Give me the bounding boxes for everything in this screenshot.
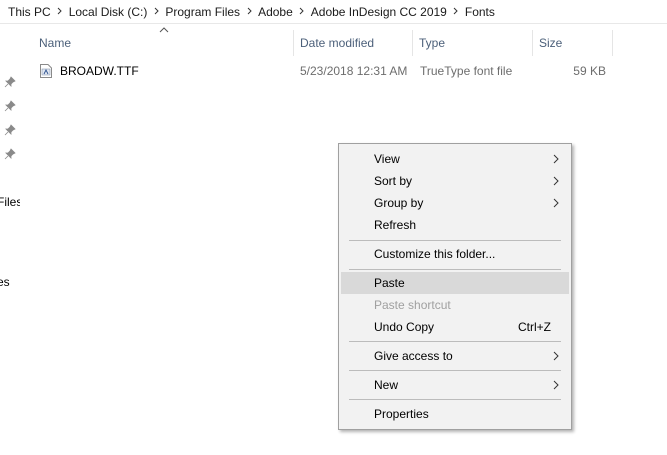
menu-separator (349, 399, 561, 400)
chevron-right-icon[interactable] (447, 6, 465, 17)
pin-icon[interactable] (4, 100, 16, 112)
column-header-size[interactable]: Size (533, 30, 613, 56)
chevron-right-icon (553, 176, 559, 186)
file-list-row[interactable]: BROADW.TTF 5/23/2018 12:31 AM TrueType f… (34, 60, 614, 82)
breadcrumb-fonts[interactable]: Fonts (465, 5, 495, 19)
menu-item-new[interactable]: New (341, 374, 569, 396)
file-size: 59 KB (573, 64, 606, 78)
menu-item-customize-folder[interactable]: Customize this folder... (341, 243, 569, 265)
file-date-modified: 5/23/2018 12:31 AM (300, 64, 408, 78)
menu-separator (349, 240, 561, 241)
menu-item-view[interactable]: View (341, 148, 569, 170)
menu-item-undo-copy[interactable]: Undo Copy Ctrl+Z (341, 316, 569, 338)
file-type: TrueType font file (420, 64, 513, 78)
menu-item-paste-shortcut: Paste shortcut (374, 298, 451, 312)
chevron-right-icon[interactable] (51, 6, 69, 17)
chevron-right-icon[interactable] (147, 6, 165, 17)
menu-item-give-access[interactable]: Give access to (341, 345, 569, 367)
nav-item-partial[interactable]: es (0, 275, 10, 289)
breadcrumb-this-pc[interactable]: This PC (8, 5, 51, 19)
menu-item-refresh[interactable]: Refresh (341, 214, 569, 236)
chevron-right-icon (553, 154, 559, 164)
menu-item-group-by[interactable]: Group by (341, 192, 569, 214)
column-header-name[interactable]: Name (33, 30, 294, 56)
navigation-pane: Files es (0, 24, 20, 455)
breadcrumb-local-disk[interactable]: Local Disk (C:) (69, 5, 148, 19)
menu-separator (349, 269, 561, 270)
menu-separator (349, 341, 561, 342)
menu-item-properties[interactable]: Properties (341, 403, 569, 425)
chevron-right-icon[interactable] (293, 6, 311, 17)
breadcrumb[interactable]: This PC Local Disk (C:) Program Files Ad… (0, 0, 667, 24)
chevron-right-icon (553, 351, 559, 361)
pin-icon[interactable] (4, 76, 16, 88)
menu-separator (349, 370, 561, 371)
chevron-right-icon (553, 198, 559, 208)
pin-icon[interactable] (4, 124, 16, 136)
file-explorer-window: This PC Local Disk (C:) Program Files Ad… (0, 0, 667, 455)
pin-icon[interactable] (4, 148, 16, 160)
menu-item-paste[interactable]: Paste (341, 272, 569, 294)
column-header-type[interactable]: Type (413, 30, 533, 56)
breadcrumb-adobe[interactable]: Adobe (258, 5, 293, 19)
menu-item-sort-by[interactable]: Sort by (341, 170, 569, 192)
file-name: BROADW.TTF (60, 64, 139, 78)
breadcrumb-program-files[interactable]: Program Files (165, 5, 240, 19)
font-file-icon (40, 64, 52, 78)
chevron-right-icon[interactable] (240, 6, 258, 17)
keyboard-shortcut: Ctrl+Z (518, 320, 551, 334)
breadcrumb-indesign[interactable]: Adobe InDesign CC 2019 (311, 5, 447, 19)
column-header-date-modified[interactable]: Date modified (294, 30, 413, 56)
context-menu: View Sort by Group by Refresh Customize … (338, 143, 572, 430)
nav-item-files[interactable]: Files (0, 195, 20, 209)
chevron-right-icon (553, 380, 559, 390)
